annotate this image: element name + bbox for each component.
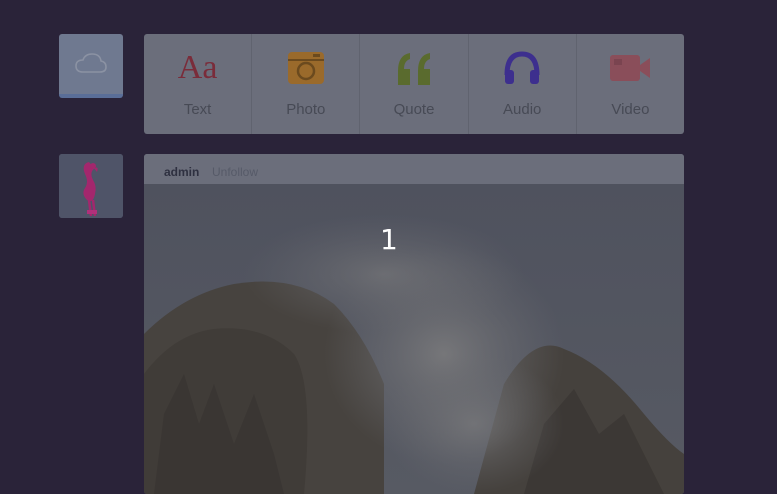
post-type-text-button[interactable]: Aa Text — [144, 34, 253, 134]
post-type-toolbar: Aa Text Photo Quote Audio Video — [144, 34, 684, 134]
post-author-link[interactable]: admin — [164, 165, 199, 179]
post-author-avatar[interactable] — [59, 154, 123, 218]
post-type-audio-button[interactable]: Audio — [469, 34, 577, 134]
post-type-label: Photo — [286, 101, 326, 118]
headphones-icon — [503, 50, 541, 86]
dashboard-avatar[interactable] — [59, 34, 123, 98]
mountain-photo — [144, 184, 684, 494]
post-type-label: Text — [183, 101, 212, 118]
post-type-video-button[interactable]: Video — [577, 34, 684, 134]
post-card: admin Unfollow — [144, 154, 684, 494]
flamingo-avatar — [59, 154, 123, 218]
post-header: admin Unfollow — [144, 154, 684, 184]
unfollow-link[interactable]: Unfollow — [212, 165, 258, 179]
post-type-label: Video — [611, 101, 650, 118]
text-icon: Aa — [177, 49, 218, 86]
cloud-icon — [75, 53, 107, 73]
post-type-label: Quote — [393, 101, 435, 118]
post-type-quote-button[interactable]: Quote — [360, 34, 469, 134]
camera-icon — [287, 50, 325, 86]
quote-icon — [394, 50, 434, 86]
step-number-marker: 1 — [380, 223, 398, 256]
post-type-photo-button[interactable]: Photo — [252, 34, 361, 134]
post-type-label: Audio — [503, 101, 542, 118]
video-camera-icon — [609, 50, 651, 86]
